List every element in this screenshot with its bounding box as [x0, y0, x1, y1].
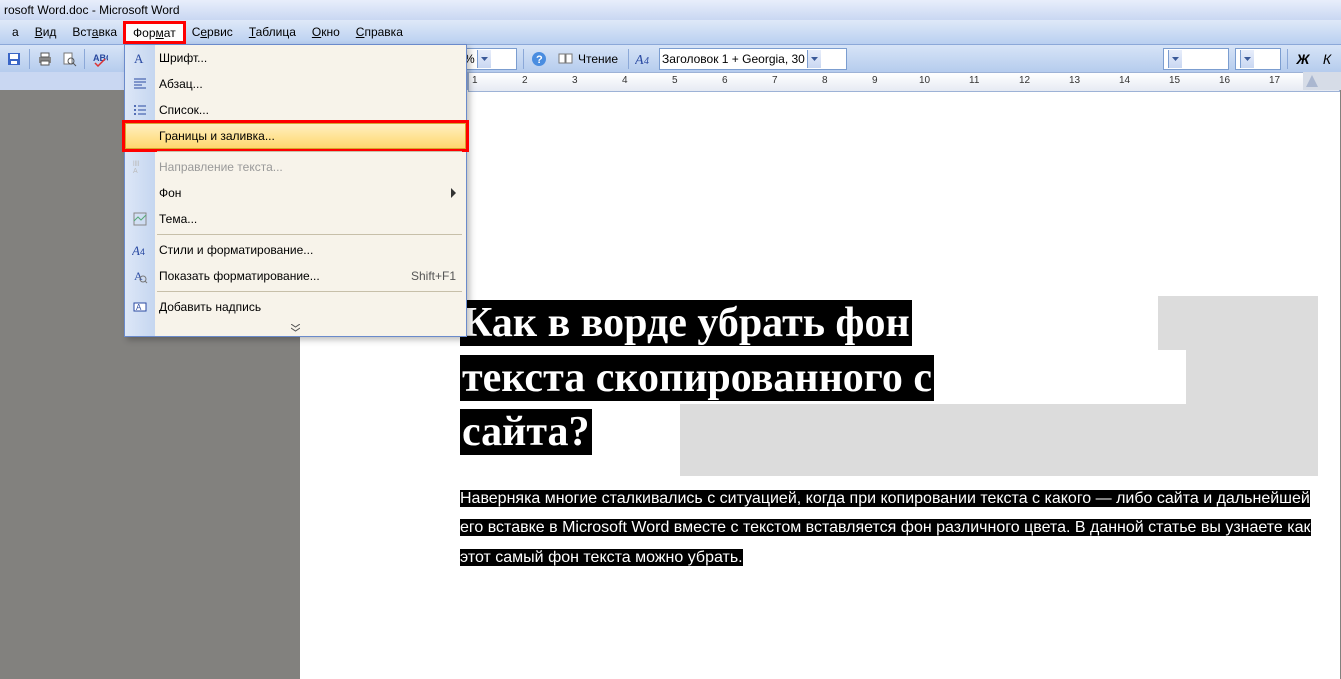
reading-label: Чтение	[578, 52, 618, 66]
menu-table[interactable]: Таблица	[241, 22, 304, 42]
reading-view-button[interactable]: Чтение	[552, 48, 624, 70]
menu-view[interactable]: Вид	[27, 22, 65, 42]
print-preview-button[interactable]	[58, 48, 80, 70]
expand-menu-chevron[interactable]	[125, 320, 466, 336]
text-direction-icon: llllA	[130, 157, 150, 177]
print-button[interactable]	[34, 48, 56, 70]
horizontal-ruler[interactable]: 123 456 789 101112 131415 1617	[468, 72, 1340, 92]
style-value: Заголовок 1 + Georgia, 30	[662, 52, 805, 66]
svg-text:4: 4	[644, 56, 649, 67]
list-icon	[130, 100, 150, 120]
dropdown-arrow-icon[interactable]	[1168, 50, 1182, 68]
doc-title[interactable]: Как в ворде убрать фон текста скопирован…	[460, 296, 1323, 460]
format-dropdown: A Шрифт... Абзац... Список... Границы и …	[124, 44, 467, 337]
menuitem-textbox[interactable]: A Добавить надпись	[125, 294, 466, 320]
font-combo[interactable]	[1163, 48, 1229, 70]
dropdown-arrow-icon[interactable]	[1240, 50, 1254, 68]
theme-icon	[130, 209, 150, 229]
menuitem-background[interactable]: Фон	[125, 180, 466, 206]
svg-text:A: A	[133, 168, 138, 175]
svg-text:A: A	[635, 53, 644, 67]
dropdown-arrow-icon[interactable]	[477, 50, 491, 68]
styles-icon: A4	[130, 240, 150, 260]
menuitem-theme[interactable]: Тема...	[125, 206, 466, 232]
menuitem-reveal-formatting[interactable]: A Показать форматирование... Shift+F1	[125, 263, 466, 289]
menu-bar: а Вид Вставка Формат Сервис Таблица Окно…	[0, 20, 1341, 45]
svg-text:A: A	[136, 303, 142, 312]
fontsize-combo[interactable]	[1235, 48, 1281, 70]
document-content[interactable]: Как в ворде убрать фон текста скопирован…	[460, 296, 1323, 573]
svg-text:A: A	[132, 243, 140, 258]
save-button[interactable]	[3, 48, 25, 70]
menuitem-paragraph[interactable]: Абзац...	[125, 71, 466, 97]
menuitem-list[interactable]: Список...	[125, 97, 466, 123]
zoom-combo[interactable]: %	[461, 48, 517, 70]
menu-insert[interactable]: Вставка	[64, 22, 125, 42]
doc-paragraph[interactable]: Наверняка многие сталкивались с ситуацие…	[460, 484, 1323, 573]
svg-text:ABC: ABC	[93, 53, 108, 63]
style-icon[interactable]: A4	[633, 48, 655, 70]
help-button[interactable]: ?	[528, 48, 550, 70]
menu-window[interactable]: Окно	[304, 22, 348, 42]
menu-service[interactable]: Сервис	[184, 22, 241, 42]
menu-help[interactable]: Справка	[348, 22, 411, 42]
menu-file-fragment[interactable]: а	[4, 22, 27, 42]
ruler-end	[1303, 72, 1341, 90]
svg-text:4: 4	[140, 247, 145, 257]
title-bar: rosoft Word.doc - Microsoft Word	[0, 0, 1341, 20]
paragraph-icon	[130, 74, 150, 94]
svg-text:A: A	[134, 51, 144, 66]
menuitem-font[interactable]: A Шрифт...	[125, 45, 466, 71]
menuitem-borders-shading[interactable]: Границы и заливка...	[125, 123, 466, 149]
textbox-icon: A	[130, 297, 150, 317]
bold-button[interactable]: Ж	[1292, 48, 1314, 70]
window-title: rosoft Word.doc - Microsoft Word	[4, 3, 180, 17]
style-combo[interactable]: Заголовок 1 + Georgia, 30	[659, 48, 847, 70]
shortcut-label: Shift+F1	[411, 269, 456, 283]
svg-text:?: ?	[536, 54, 543, 66]
reveal-icon: A	[130, 266, 150, 286]
spell-check-button[interactable]: ABC	[89, 48, 111, 70]
font-icon: A	[130, 48, 150, 68]
menu-format[interactable]: Формат	[125, 23, 184, 42]
submenu-arrow-icon	[451, 188, 456, 198]
italic-button[interactable]: К	[1316, 48, 1338, 70]
menuitem-styles[interactable]: A4 Стили и форматирование...	[125, 237, 466, 263]
dropdown-arrow-icon[interactable]	[807, 50, 821, 68]
menuitem-text-direction: llllA Направление текста...	[125, 154, 466, 180]
svg-text:llll: llll	[133, 161, 140, 168]
